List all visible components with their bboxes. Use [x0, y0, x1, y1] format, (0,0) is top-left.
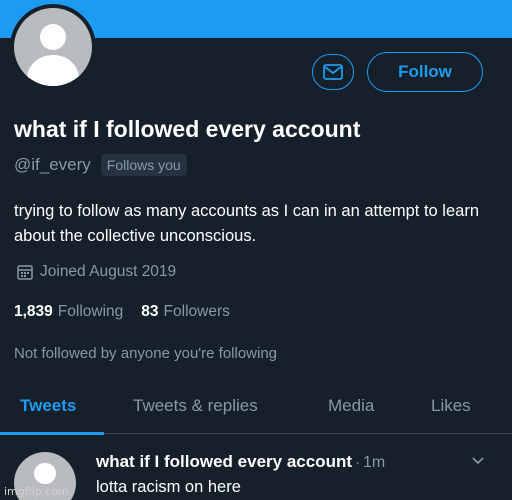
- chevron-down-icon[interactable]: [470, 452, 486, 468]
- profile-bio: trying to follow as many accounts as I c…: [14, 202, 479, 245]
- tweet-text: lotta racism on here: [96, 478, 241, 496]
- followers-label[interactable]: Followers: [164, 303, 230, 321]
- not-followed-note: Not followed by anyone you're following: [14, 345, 278, 362]
- follow-button[interactable]: Follow: [367, 52, 483, 92]
- follows-you-badge: Follows you: [100, 154, 187, 176]
- tab-media[interactable]: Media: [328, 396, 374, 416]
- profile-tabs: Tweets Tweets & replies Media Likes: [0, 388, 512, 434]
- joined-date: Joined August 2019: [16, 263, 176, 281]
- calendar-icon: [17, 265, 33, 280]
- tweet-timestamp[interactable]: 1m: [363, 454, 385, 472]
- profile-avatar[interactable]: [10, 4, 96, 90]
- tab-tweets[interactable]: Tweets: [20, 396, 76, 416]
- joined-text: Joined August 2019: [40, 263, 177, 280]
- tweet-author[interactable]: what if I followed every account: [96, 452, 352, 472]
- message-button[interactable]: [312, 54, 354, 90]
- profile-handle: @if_every: [14, 155, 91, 174]
- profile-display-name: what if I followed every account: [14, 116, 361, 142]
- envelope-icon: [323, 64, 343, 80]
- tab-tweets-replies[interactable]: Tweets & replies: [133, 396, 258, 416]
- tab-likes[interactable]: Likes: [431, 396, 471, 416]
- handle-row: @if_every Follows you: [14, 154, 187, 176]
- tweet-separator: ·: [355, 454, 360, 471]
- followers-count[interactable]: 83: [141, 303, 158, 321]
- follow-stats: 1,839 Following 83 Followers: [14, 303, 248, 321]
- watermark: imgflip.com: [4, 485, 69, 498]
- following-count[interactable]: 1,839: [14, 303, 53, 321]
- active-tab-indicator: [0, 432, 104, 435]
- following-label[interactable]: Following: [58, 303, 123, 321]
- default-avatar-icon: [14, 8, 92, 86]
- tweet-header: what if I followed every account · 1m: [96, 452, 385, 472]
